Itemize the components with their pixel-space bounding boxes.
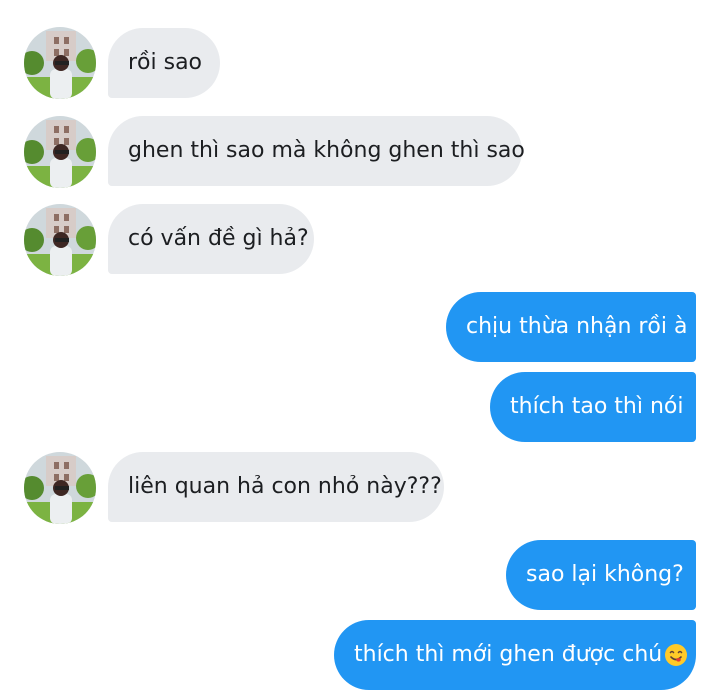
message-text: rồi sao xyxy=(128,50,203,75)
incoming-message[interactable]: liên quan hả con nhỏ này??? xyxy=(108,452,444,522)
incoming-message[interactable]: có vấn đề gì hả? xyxy=(108,204,314,274)
outgoing-message[interactable]: thích tao thì nói xyxy=(490,372,696,442)
outgoing-message[interactable]: thích thì mới ghen được chú xyxy=(334,620,696,690)
message-text: chịu thừa nhận rồi à xyxy=(466,314,688,339)
avatar[interactable] xyxy=(24,27,96,99)
message-text: có vấn đề gì hả? xyxy=(128,226,309,251)
avatar[interactable] xyxy=(24,452,96,524)
outgoing-message[interactable]: sao lại không? xyxy=(506,540,696,610)
avatar[interactable] xyxy=(24,116,96,188)
message-text: ghen thì sao mà không ghen thì sao xyxy=(128,138,525,163)
outgoing-message[interactable]: chịu thừa nhận rồi à xyxy=(446,292,696,362)
incoming-message[interactable]: ghen thì sao mà không ghen thì sao xyxy=(108,116,525,186)
smiling-face-savoring-food-icon xyxy=(664,643,688,667)
avatar[interactable] xyxy=(24,204,96,276)
incoming-message[interactable]: rồi sao xyxy=(108,28,220,98)
message-text: liên quan hả con nhỏ này??? xyxy=(128,474,442,499)
message-text: thích thì mới ghen được chú xyxy=(354,642,663,667)
message-text: sao lại không? xyxy=(526,562,684,587)
message-text: thích tao thì nói xyxy=(510,394,684,419)
